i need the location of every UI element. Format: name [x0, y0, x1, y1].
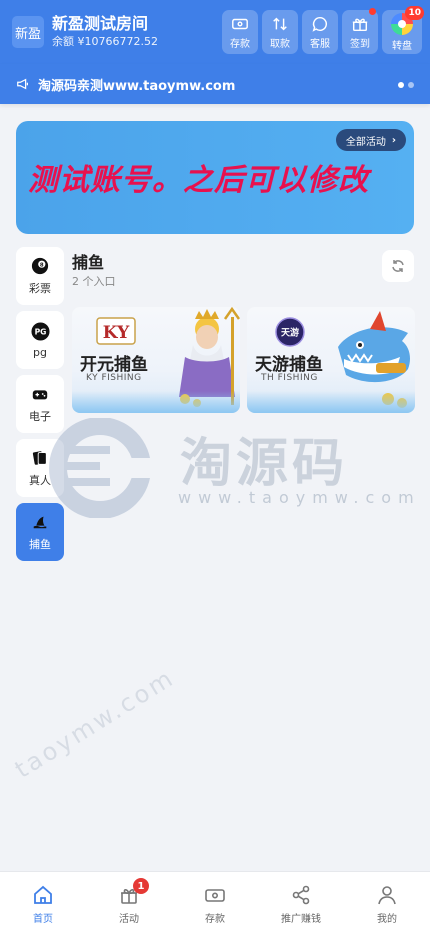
nav-home[interactable]: 首页	[0, 872, 86, 932]
nav-label: 存款	[205, 914, 225, 925]
all-activities-label: 全部活动	[345, 136, 386, 148]
nav-label: 我的	[377, 914, 397, 925]
gamepad-icon	[30, 384, 50, 404]
th-logo-text: 天游	[281, 327, 299, 339]
gift-icon	[352, 18, 368, 31]
chat-icon	[312, 16, 328, 32]
chevron-right-icon: ›	[391, 134, 396, 146]
category-tab-lottery[interactable]: 8 彩票	[16, 247, 64, 305]
refresh-button[interactable]	[382, 250, 414, 282]
wheel-badge: 10	[405, 6, 424, 20]
withdraw-icon	[273, 17, 287, 30]
balance: 余额 ¥10766772.52	[52, 35, 158, 48]
deposit-icon	[232, 18, 248, 29]
th-logo: 天游	[275, 317, 305, 351]
customer-service-button[interactable]: 客服	[302, 10, 338, 54]
wave-decoration	[247, 391, 415, 413]
watermark-diagonal: taoymw.com	[10, 663, 180, 784]
section-title: 捕鱼	[72, 253, 105, 272]
svg-text:8: 8	[40, 262, 44, 268]
nav-promote[interactable]: 推广赚钱	[258, 872, 344, 932]
check-in-button[interactable]: 签到	[342, 8, 378, 54]
notice-text: 淘源码亲测www.taoymw.com	[38, 78, 236, 94]
notice-bar[interactable]: 淘源码亲测www.taoymw.com	[0, 64, 430, 104]
room-name: 新盈测试房间	[52, 14, 149, 33]
svg-text:KY: KY	[103, 323, 130, 343]
user-icon	[378, 886, 396, 905]
game-sub: TH FISHING	[261, 373, 318, 383]
pg-icon: PG	[30, 322, 50, 342]
pager-dot	[408, 82, 414, 88]
ky-logo: KY	[96, 317, 136, 349]
game-name: 天游捕鱼	[255, 355, 323, 375]
app-logo: 新盈	[12, 16, 44, 48]
deposit-label: 存款	[230, 38, 250, 50]
watermark-url: www.taoymw.com	[178, 488, 421, 507]
user-info: 新盈测试房间 余额 ¥10766772.52	[52, 14, 218, 50]
svg-text:PG: PG	[34, 327, 46, 336]
lucky-wheel-button[interactable]: 10 转盘	[382, 6, 424, 54]
refresh-icon	[392, 260, 404, 272]
pager-dot-active	[398, 82, 404, 88]
bottom-nav: 首页 1 活动 存款 推广赚钱 我的	[0, 871, 430, 932]
watermark-logo	[49, 418, 175, 518]
nav-label: 活动	[119, 914, 139, 925]
wave-decoration	[72, 391, 240, 413]
category-label: 彩票	[29, 282, 51, 295]
nav-deposit[interactable]: 存款	[172, 872, 258, 932]
customer-service-label: 客服	[310, 38, 330, 50]
deposit-button[interactable]: 存款	[222, 10, 258, 54]
section-subtitle: 2 个入口	[72, 275, 116, 288]
check-in-label: 签到	[350, 38, 370, 50]
promo-banner[interactable]: 测试账号。之后可以修改 全部活动 ›	[16, 121, 414, 234]
megaphone-icon	[17, 78, 28, 90]
game-card-ky-fishing[interactable]: KY 开元捕鱼 KY FISHING	[72, 307, 240, 413]
category-tab-pg[interactable]: PG pg	[16, 311, 64, 369]
category-label: pg	[33, 345, 47, 359]
nav-label: 推广赚钱	[281, 914, 321, 925]
activity-badge: 1	[133, 878, 149, 894]
watermark-brand: 淘源码	[180, 434, 349, 494]
withdraw-button[interactable]: 取款	[262, 10, 298, 54]
lucky-wheel-label: 转盘	[392, 40, 412, 52]
notice-pager	[394, 82, 414, 88]
notification-dot	[369, 8, 376, 15]
share-icon	[292, 885, 310, 905]
billiard-ball-icon: 8	[30, 256, 50, 276]
top-header: 新盈 新盈测试房间 余额 ¥10766772.52 存款 取款 客服 签到 10…	[0, 0, 430, 64]
all-activities-button[interactable]: 全部活动 ›	[335, 129, 406, 151]
nav-mine[interactable]: 我的	[344, 872, 430, 932]
banner-text: 测试账号。之后可以修改	[28, 163, 369, 198]
category-label: 捕鱼	[29, 538, 51, 551]
deposit-icon	[205, 889, 225, 902]
nav-activity[interactable]: 1 活动	[86, 872, 172, 932]
game-sub: KY FISHING	[86, 373, 142, 383]
withdraw-label: 取款	[270, 38, 290, 50]
nav-label: 首页	[33, 914, 53, 925]
game-card-th-fishing[interactable]: 天游 天游捕鱼 TH FISHING	[247, 307, 415, 413]
home-icon	[34, 885, 52, 904]
game-name: 开元捕鱼	[80, 355, 148, 375]
